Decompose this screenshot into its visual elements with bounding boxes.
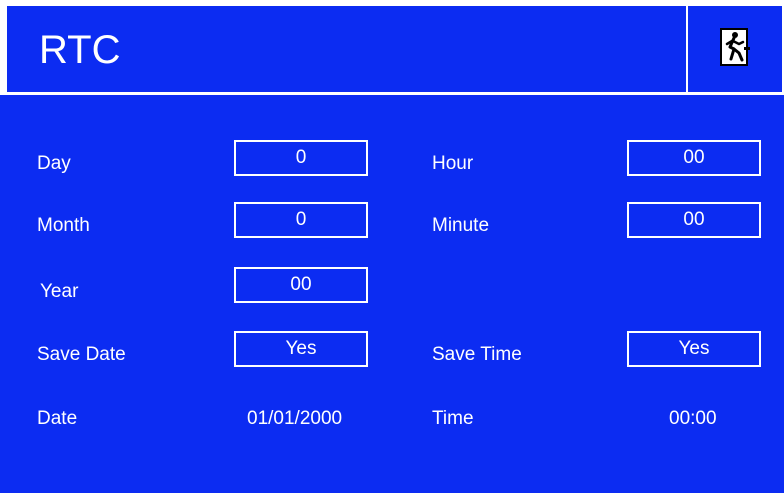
save-time-button[interactable]: Yes: [627, 331, 761, 367]
hour-label: Hour: [432, 153, 474, 174]
rtc-screen: RTC Day 0 Month 0 Year 00 Save Date Yes …: [0, 0, 784, 493]
save-time-label: Save Time: [432, 344, 522, 365]
day-label: Day: [37, 153, 71, 174]
month-label: Month: [37, 215, 90, 236]
rtc-settings-panel: Day 0 Month 0 Year 00 Save Date Yes Date…: [0, 95, 784, 493]
header-bar: RTC: [7, 6, 782, 92]
time-label: Time: [432, 408, 474, 429]
date-label: Date: [37, 408, 78, 429]
year-label: Year: [40, 281, 79, 302]
minute-label: Minute: [432, 215, 490, 236]
page-title: RTC: [39, 28, 121, 72]
save-date-button[interactable]: Yes: [234, 331, 368, 367]
hour-input[interactable]: 00: [627, 140, 761, 176]
minute-input[interactable]: 00: [627, 202, 761, 238]
day-input[interactable]: 0: [234, 140, 368, 176]
exit-running-man-icon: [718, 27, 752, 72]
save-date-label: Save Date: [37, 344, 126, 365]
time-readout: 00:00: [669, 408, 717, 429]
exit-button[interactable]: [688, 6, 782, 92]
year-input[interactable]: 00: [234, 267, 368, 303]
month-input[interactable]: 0: [234, 202, 368, 238]
date-readout: 01/01/2000: [247, 408, 343, 429]
